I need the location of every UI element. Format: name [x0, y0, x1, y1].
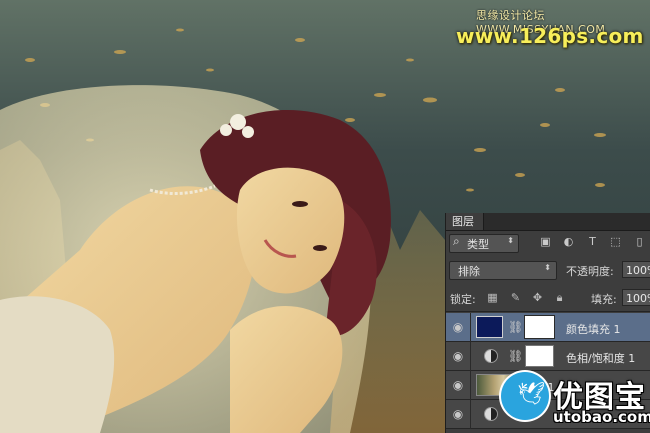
tab-layers[interactable]: 图层	[446, 213, 484, 230]
adjustment-filter-icon[interactable]: ◐	[562, 235, 575, 248]
search-icon: ⌕	[453, 234, 460, 248]
link-icon[interactable]: ⛓	[508, 349, 523, 363]
smart-object-filter-icon[interactable]: ▯	[633, 235, 646, 248]
layer-name[interactable]: 颜色填充 1	[566, 321, 621, 337]
layer-row[interactable]: ◉ ⛓ 颜色填充 1	[446, 313, 650, 342]
type-filter-icon[interactable]: T	[586, 235, 599, 248]
color-fill-swatch[interactable]	[476, 316, 503, 338]
logo-url: utobao.com	[553, 408, 650, 426]
layer-row[interactable]: ◉ ⛓ 色相/饱和度 1	[446, 342, 650, 371]
divider	[470, 400, 471, 429]
filter-kind-select[interactable]: ⌕ 类型 ⬍	[449, 234, 519, 253]
divider	[470, 342, 471, 371]
opacity-input[interactable]: 100%	[622, 261, 650, 278]
layer-name[interactable]: 色相/饱和度 1	[566, 350, 635, 366]
lock-all-icon[interactable]: 🔒︎	[553, 291, 566, 304]
adjustment-layer-icon[interactable]	[484, 349, 498, 363]
bird-icon: 🕊︎	[517, 382, 545, 407]
updown-arrow-icon: ⬍	[507, 236, 514, 245]
opacity-label: 不透明度:	[566, 265, 614, 278]
divider	[470, 313, 471, 342]
layer-mask-thumbnail[interactable]	[525, 345, 554, 367]
eye-icon[interactable]: ◉	[450, 379, 466, 391]
blend-row: 排除 ⬍ 不透明度: 100%	[446, 259, 650, 281]
lock-row: 锁定: ▦ ✎ ✥ 🔒︎ 填充: 100%	[446, 288, 650, 308]
updown-arrow-icon: ⬍	[544, 263, 551, 272]
lock-transparent-pixels-icon[interactable]: ▦	[486, 291, 499, 304]
utobao-logo: 🕊︎ 优图宝 utobao.com	[495, 370, 650, 433]
lock-image-pixels-icon[interactable]: ✎	[509, 291, 522, 304]
eye-icon[interactable]: ◉	[450, 408, 466, 420]
divider	[470, 371, 471, 400]
shape-filter-icon[interactable]: ⬚	[609, 235, 622, 248]
filter-row: ⌕ 类型 ⬍ ▣ ◐ T ⬚ ▯	[446, 232, 650, 254]
eye-icon[interactable]: ◉	[450, 350, 466, 362]
fill-input[interactable]: 100%	[622, 289, 650, 306]
link-icon[interactable]: ⛓	[508, 320, 523, 334]
lock-label: 锁定:	[450, 293, 476, 306]
logo-circle: 🕊︎	[501, 372, 549, 420]
blend-mode-value: 排除	[458, 265, 480, 278]
image-filter-icon[interactable]: ▣	[539, 235, 552, 248]
eye-icon[interactable]: ◉	[450, 321, 466, 333]
layer-mask-thumbnail[interactable]	[524, 315, 555, 339]
filter-kind-label: 类型	[467, 238, 489, 251]
panel-tab-bar: 图层	[446, 213, 650, 231]
watermark-url: www.126ps.com	[456, 24, 644, 48]
divider	[446, 311, 650, 312]
lock-position-icon[interactable]: ✥	[531, 291, 544, 304]
blend-mode-select[interactable]: 排除 ⬍	[449, 261, 557, 280]
fill-label: 填充:	[591, 293, 617, 306]
